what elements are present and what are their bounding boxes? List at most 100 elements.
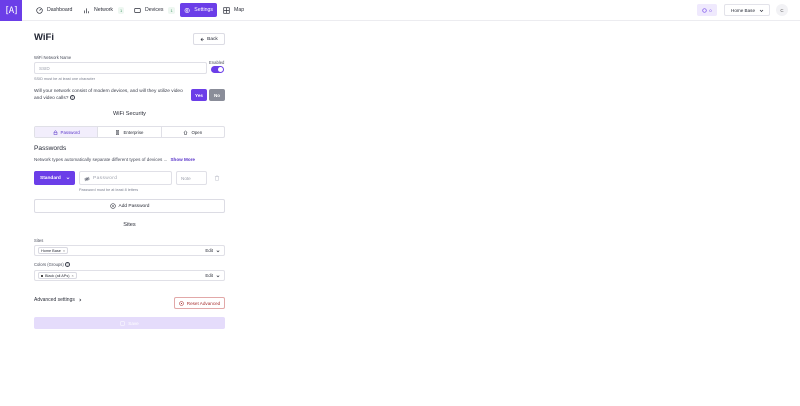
ssid-hint: SSID must be at least one character xyxy=(34,77,95,81)
colors-select[interactable]: Black (all APs) × Edit xyxy=(34,270,225,281)
nav-map[interactable]: Map xyxy=(219,3,248,17)
password-hint: Password must be at least 8 letters xyxy=(79,188,139,192)
no-button[interactable]: No xyxy=(209,89,225,101)
reset-advanced-label: Reset Advanced xyxy=(186,300,221,306)
sites-edit-label: Edit xyxy=(205,248,213,253)
nav-network-label: Network xyxy=(94,7,114,13)
nav-dashboard[interactable]: Dashboard xyxy=(32,3,76,17)
devices-count-badge: 1 xyxy=(168,6,175,14)
map-icon xyxy=(223,6,230,14)
nav-settings-label: Settings xyxy=(194,7,213,13)
delete-password-button[interactable] xyxy=(211,171,223,185)
sites-section-title: Sites xyxy=(123,222,136,228)
save-button[interactable]: Save xyxy=(34,317,225,329)
lock-icon xyxy=(53,130,57,135)
show-more-link[interactable]: Show More xyxy=(170,157,195,162)
color-chip-label: Black (all APs) xyxy=(45,273,70,278)
site-selector-value: Home Base xyxy=(731,7,756,13)
site-chip-label: Home Base xyxy=(41,248,61,253)
notifications-button[interactable]: 0 xyxy=(697,4,717,16)
security-option-password-label: Password xyxy=(60,129,80,135)
advanced-settings-toggle[interactable]: Advanced settings xyxy=(34,297,82,303)
plus-circle-icon xyxy=(109,203,116,209)
security-option-enterprise[interactable]: Enterprise xyxy=(98,127,162,137)
color-chip: Black (all APs) × xyxy=(38,272,77,279)
bell-icon xyxy=(702,7,707,13)
colors-label-text: Colors (Groups) xyxy=(34,262,64,267)
dashboard-icon xyxy=(36,6,43,14)
note-placeholder: Note xyxy=(181,175,191,181)
save-icon xyxy=(120,321,125,325)
close-circle-icon xyxy=(179,300,184,306)
trash-icon xyxy=(214,175,220,181)
passwords-description: Network types automatically separate dif… xyxy=(34,157,195,162)
nav-dashboard-label: Dashboard xyxy=(47,7,73,13)
security-option-open-label: Open xyxy=(191,129,203,135)
app-logo[interactable]: [A] xyxy=(0,0,22,21)
advanced-settings-label: Advanced settings xyxy=(34,297,75,303)
security-option-open[interactable]: Open xyxy=(162,127,224,137)
eye-off-icon[interactable] xyxy=(84,176,90,182)
logo-text: [A] xyxy=(4,5,18,16)
site-chip: Home Base × xyxy=(38,247,69,254)
user-avatar[interactable]: C xyxy=(776,4,788,16)
network-name-label: WiFi Network Name xyxy=(34,55,72,60)
gear-icon xyxy=(184,7,190,13)
yes-button[interactable]: Yes xyxy=(191,89,207,101)
security-option-password[interactable]: Password xyxy=(35,127,99,137)
avatar-initial: C xyxy=(780,7,784,13)
security-option-enterprise-label: Enterprise xyxy=(123,129,144,135)
remove-chip-icon[interactable]: × xyxy=(63,249,65,253)
notification-count: 0 xyxy=(709,7,712,13)
nav-network[interactable]: Network 1 xyxy=(79,3,128,17)
note-input[interactable]: Note xyxy=(176,171,207,185)
page-title: WiFi xyxy=(34,32,54,43)
color-dot-icon xyxy=(41,274,43,277)
chevron-down-icon xyxy=(759,9,764,12)
help-icon[interactable]: ? xyxy=(69,95,75,101)
building-icon xyxy=(116,129,120,135)
chevron-down-icon xyxy=(66,177,70,180)
arrow-left-icon xyxy=(200,37,205,41)
password-input[interactable]: Password xyxy=(79,171,172,185)
colors-label: Colors (Groups) ? xyxy=(34,262,70,268)
save-button-label: Save xyxy=(128,320,139,326)
colors-edit-label: Edit xyxy=(205,273,213,278)
help-icon[interactable]: ? xyxy=(64,262,70,268)
nav-map-label: Map xyxy=(234,7,245,13)
enabled-label: Enabled xyxy=(209,60,225,65)
password-placeholder: Password xyxy=(93,175,118,181)
remove-chip-icon[interactable]: × xyxy=(71,274,73,278)
reset-advanced-button[interactable]: Reset Advanced xyxy=(174,297,225,309)
home-icon xyxy=(184,129,188,134)
enabled-toggle[interactable] xyxy=(211,66,224,73)
site-selector[interactable]: Home Base xyxy=(724,4,770,16)
nav-devices[interactable]: Devices 1 xyxy=(130,3,179,17)
sites-label: Sites xyxy=(34,238,44,243)
top-nav-bar: [A] Dashboard Network 1 Devices 1 Settin… xyxy=(0,0,800,21)
devices-icon xyxy=(134,7,141,13)
nav-devices-label: Devices xyxy=(145,7,164,13)
network-type-dropdown[interactable]: Standard xyxy=(34,171,75,185)
nav-settings[interactable]: Settings xyxy=(180,3,217,17)
chevron-right-icon xyxy=(79,298,82,302)
network-count-badge: 1 xyxy=(118,6,125,14)
add-password-button[interactable]: Add Password xyxy=(34,199,225,213)
sites-select[interactable]: Home Base × Edit xyxy=(34,245,225,256)
sites-edit-button[interactable]: Edit xyxy=(205,248,220,253)
modern-devices-question: Will your network consist of modern devi… xyxy=(34,88,184,102)
security-segmented-control: Password Enterprise Open xyxy=(34,126,225,138)
chevron-down-icon xyxy=(216,249,220,252)
ssid-placeholder: SSID xyxy=(39,65,50,71)
network-type-value: Standard xyxy=(40,175,61,181)
passwords-description-text: Network types automatically separate dif… xyxy=(34,157,168,162)
passwords-heading: Passwords xyxy=(34,145,67,152)
ssid-input[interactable]: SSID xyxy=(34,62,207,74)
modern-question-text: Will your network consist of modern devi… xyxy=(34,89,183,101)
network-icon xyxy=(84,7,89,13)
back-button[interactable]: Back xyxy=(193,33,225,45)
colors-edit-button[interactable]: Edit xyxy=(205,273,220,278)
back-button-label: Back xyxy=(207,36,218,42)
chevron-down-icon xyxy=(216,274,220,277)
add-password-label: Add Password xyxy=(118,203,150,209)
